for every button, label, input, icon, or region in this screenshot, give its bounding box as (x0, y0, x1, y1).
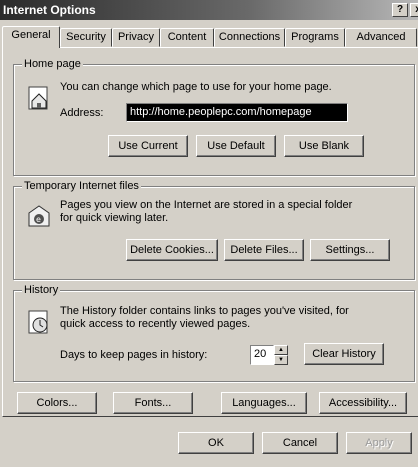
spin-up-icon[interactable]: ▲ (274, 345, 288, 355)
tab-advanced[interactable]: Advanced (345, 28, 417, 47)
help-icon: ? (396, 4, 404, 15)
internet-options-dialog: Internet Options ? x General Security Pr… (0, 0, 418, 467)
help-button[interactable]: ? (392, 3, 408, 17)
languages-button[interactable]: Languages... (221, 392, 307, 414)
use-default-button[interactable]: Use Default (196, 135, 276, 157)
history-icon (28, 310, 48, 334)
tab-label: Connections (218, 31, 281, 43)
temporary-files-icon: e (28, 205, 50, 227)
fonts-button[interactable]: Fonts... (113, 392, 193, 414)
address-label: Address: (60, 107, 104, 119)
group-title: History (22, 284, 61, 296)
clear-history-button[interactable]: Clear History (304, 343, 384, 365)
tab-privacy[interactable]: Privacy (112, 28, 160, 47)
home-page-group: Home page You can change which page to u… (13, 58, 415, 176)
use-blank-button[interactable]: Use Blank (284, 135, 364, 157)
address-input[interactable]: http://home.peoplepc.com/homepage (126, 103, 348, 122)
apply-button[interactable]: Apply (346, 432, 412, 454)
temp-files-description-line2: for quick viewing later. (60, 212, 169, 224)
home-page-description: You can change which page to use for you… (60, 81, 332, 93)
tab-strip: General Security Privacy Content Connect… (2, 26, 418, 48)
group-title: Temporary Internet files (22, 180, 141, 192)
cancel-button[interactable]: Cancel (262, 432, 338, 454)
colors-button[interactable]: Colors... (17, 392, 97, 414)
tab-programs[interactable]: Programs (285, 28, 345, 47)
window-title: Internet Options (3, 3, 96, 17)
title-bar[interactable]: Internet Options ? x (0, 0, 418, 20)
close-button[interactable]: x (410, 3, 418, 17)
tab-label: General (11, 29, 51, 41)
accessibility-button[interactable]: Accessibility... (319, 392, 407, 414)
days-label: Days to keep pages in history: (60, 349, 208, 361)
spin-down-icon[interactable]: ▼ (274, 355, 288, 365)
days-input[interactable]: 20 (250, 345, 274, 365)
tab-label: Programs (291, 31, 339, 43)
delete-cookies-button[interactable]: Delete Cookies... (126, 239, 218, 261)
temp-files-description-line1: Pages you view on the Internet are store… (60, 199, 353, 211)
group-title: Home page (22, 58, 83, 70)
home-page-icon (28, 86, 48, 110)
delete-files-button[interactable]: Delete Files... (224, 239, 304, 261)
days-spinner[interactable]: ▲ ▼ (274, 345, 288, 365)
tab-label: Advanced (356, 31, 406, 43)
use-current-button[interactable]: Use Current (108, 135, 188, 157)
tab-security[interactable]: Security (60, 28, 112, 47)
history-group: History The History folder contains link… (13, 284, 415, 382)
general-tab-panel: Home page You can change which page to u… (2, 47, 418, 417)
history-description-line2: quick access to recently viewed pages. (60, 318, 251, 330)
tab-content[interactable]: Content (160, 28, 214, 47)
tab-label: Security (66, 31, 106, 43)
tab-general[interactable]: General (2, 26, 60, 48)
tab-label: Privacy (117, 31, 155, 43)
svg-text:e: e (36, 215, 41, 224)
settings-button[interactable]: Settings... (310, 239, 390, 261)
temporary-files-group: Temporary Internet files e Pages you vie… (13, 180, 415, 280)
tab-connections[interactable]: Connections (214, 28, 285, 47)
history-description-line1: The History folder contains links to pag… (60, 305, 349, 317)
dialog-button-bar: OK Cancel Apply (0, 418, 418, 467)
tab-label: Content (167, 31, 207, 43)
ok-button[interactable]: OK (178, 432, 254, 454)
